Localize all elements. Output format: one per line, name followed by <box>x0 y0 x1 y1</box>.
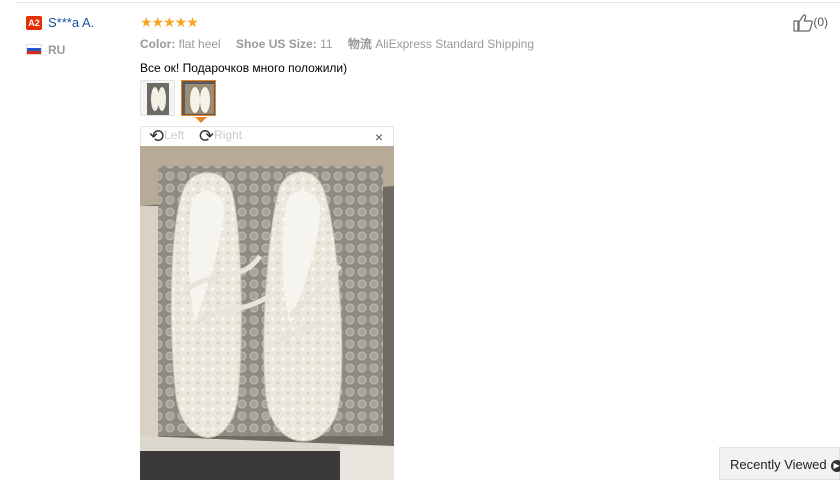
divider <box>16 2 840 3</box>
attr-color-key: Color: <box>140 37 176 51</box>
review-attributes: Color: flat heel Shoe US Size: 11 物流 Ali… <box>140 35 546 52</box>
level-badge: A2 <box>26 15 42 30</box>
rotate-left-label: Left <box>164 128 185 143</box>
helpful-button[interactable]: (0) <box>793 14 828 32</box>
rotate-right-icon: ⟳ <box>199 126 215 146</box>
reviewer-country: RU <box>48 42 66 57</box>
rotate-left-icon: ⟲ <box>149 126 165 146</box>
photo-thumbnail[interactable] <box>140 80 175 116</box>
attr-shipping-key: 物流 <box>347 37 372 51</box>
photo-viewer-toolbar: ⟲Left ⟳Right × <box>140 126 394 146</box>
attr-color-value: flat heel <box>178 37 221 51</box>
flag-ru-icon <box>26 44 42 56</box>
thumbnail-pointer <box>195 117 207 123</box>
star-rating: ★★★★★ <box>140 14 199 30</box>
review-text: Все ок! Подарочков много положили) <box>140 61 348 75</box>
rotate-left-button[interactable]: ⟲Left <box>149 126 185 146</box>
helpful-count: (0) <box>813 15 828 30</box>
review-content: ★★★★★ Color: flat heel Shoe US Size: 11 … <box>140 14 546 75</box>
attr-size-key: Shoe US Size: <box>236 37 317 51</box>
rotate-right-label: Right <box>214 128 243 143</box>
recently-viewed-label: Recently Viewed <box>730 457 827 472</box>
attr-shipping-value: AliExpress Standard Shipping <box>375 37 535 51</box>
close-icon[interactable]: × <box>375 129 383 145</box>
chevron-icon: ▶ <box>830 459 840 472</box>
reviewer-info: A2 S***a A. RU <box>26 14 136 57</box>
thumbs-up-icon <box>793 14 814 32</box>
recently-viewed-tab[interactable]: Recently Viewed ▶ <box>719 447 840 480</box>
rotate-right-button[interactable]: ⟳Right <box>199 126 243 146</box>
attr-size-value: 11 <box>320 37 333 51</box>
review-photo <box>140 146 394 480</box>
photo-thumbnail-selected[interactable] <box>181 80 216 116</box>
reviewer-name[interactable]: S***a A. <box>48 15 94 30</box>
